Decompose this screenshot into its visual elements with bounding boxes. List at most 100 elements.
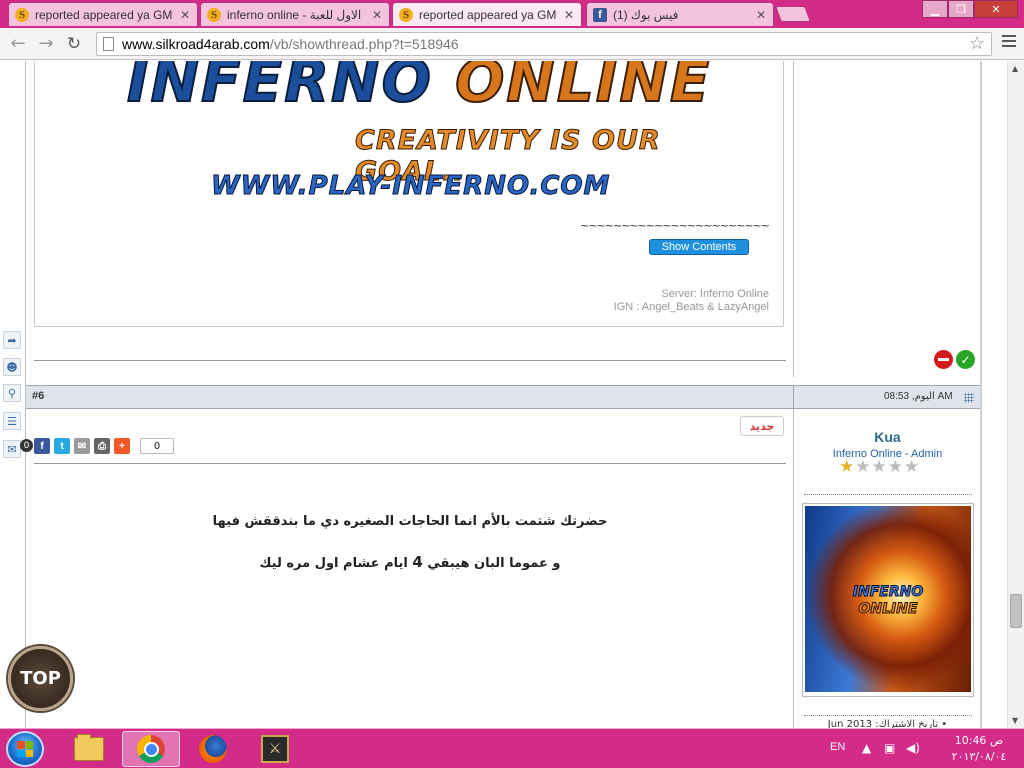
tab-2[interactable]: S inferno online - الاول للعبة ✕: [200, 2, 390, 26]
tab-title: inferno online - الاول للعبة: [227, 7, 362, 22]
star-empty-icon: ★: [904, 457, 920, 477]
star-filled-icon: ★: [839, 457, 855, 477]
tab-3-active[interactable]: S reported appeared ya GM ✕: [392, 2, 582, 26]
join-date: • تاريخ الاشتراك: Jun 2013: [827, 719, 948, 728]
tab-close-icon[interactable]: ✕: [371, 8, 383, 22]
delete-icon[interactable]: [934, 350, 953, 369]
chrome-icon: [137, 735, 165, 763]
new-tab-button[interactable]: [775, 6, 811, 22]
tab-close-icon[interactable]: ✕: [755, 8, 767, 22]
reload-icon[interactable]: ↻: [60, 32, 88, 56]
forward-arrow-icon[interactable]: →: [32, 32, 60, 56]
system-clock[interactable]: 10:46 ص ٢٠١٣/٠٨/٠٤: [936, 733, 1022, 765]
back-arrow-icon[interactable]: ←: [4, 32, 32, 56]
signature-box: INFERNO ONLINE CREATIVITY IS OUR GOAL...…: [34, 61, 784, 327]
scroll-down-arrow-icon[interactable]: ▼: [1012, 716, 1018, 725]
url-path: /vb/showthread.php?t=518946: [269, 36, 459, 52]
clock-time: 10:46 ص: [954, 734, 1004, 747]
signature-ign: IGN : Angel_Beats & LazyAngel: [613, 301, 769, 313]
facebook-icon: f: [593, 7, 607, 22]
scroll-to-top-button[interactable]: TOP: [8, 646, 73, 711]
share-count: 0: [140, 438, 174, 454]
window-controls: ▁ ❐ ✕: [922, 0, 1018, 18]
post-body-divider: [34, 463, 786, 464]
author-avatar[interactable]: INFERNO ONLINE: [802, 503, 974, 697]
addthis-plus-icon[interactable]: +: [114, 438, 130, 454]
post-date: اليوم, 08:53 AM: [884, 391, 953, 402]
reputation-stars: ★ ★ ★ ★ ★: [839, 457, 919, 477]
post-header-bar: #6 اليوم, 08:53 AM: [26, 385, 980, 409]
windows-logo-icon: [17, 741, 33, 757]
post-text-part: ايام عشام اول مره ليك: [259, 556, 413, 571]
user-icon[interactable]: ☻: [3, 358, 21, 376]
silkroad-icon: S: [207, 7, 221, 22]
show-hidden-icons-arrow[interactable]: ▲: [862, 741, 871, 755]
windows-taskbar: ⚔ EN ▲ ▣ ◀) 10:46 ص ٢٠١٣/٠٨/٠٤: [0, 728, 1024, 768]
previous-post-body: INFERNO ONLINE CREATIVITY IS OUR GOAL...…: [26, 61, 793, 377]
taskbar-firefox[interactable]: [184, 731, 242, 767]
tab-title: (1) فيس بوك: [613, 7, 679, 22]
signature-banner-title: INFERNO ONLINE: [126, 61, 712, 116]
url-host: www.silkroad4arab.com: [122, 36, 270, 52]
left-quicknav: ➦ ☻ ⚲ ☰ ✉: [0, 61, 26, 728]
search-icon[interactable]: ⚲: [3, 384, 21, 402]
tab-1[interactable]: S reported appeared ya GM ✕: [8, 2, 198, 26]
post-text-number: 4: [412, 553, 423, 571]
taskbar-chrome[interactable]: [122, 731, 180, 767]
avatar-logo-line-2: ONLINE: [858, 601, 918, 618]
scrollbar-thumb[interactable]: [1010, 594, 1022, 628]
scroll-up-arrow-icon[interactable]: ▲: [1012, 64, 1018, 73]
post-grid-icon: [964, 393, 974, 403]
previous-post-sidebar: ✓: [793, 61, 980, 377]
post-author-sidebar: Kua Inferno Online - Admin ★ ★ ★ ★ ★ INF…: [793, 409, 980, 728]
signature-divider-text: ~~~~~~~~~~~~~~~~~~~~~~~: [580, 219, 770, 232]
taskbar-game[interactable]: ⚔: [246, 731, 304, 767]
tab-title: reported appeared ya GM: [35, 7, 173, 22]
tab-close-icon[interactable]: ✕: [563, 8, 575, 22]
star-empty-icon: ★: [887, 457, 903, 477]
sidebar-divider: [804, 715, 972, 716]
tab-4[interactable]: f (1) فيس بوك ✕: [586, 2, 774, 26]
approve-check-icon[interactable]: ✓: [956, 350, 975, 369]
minimize-button[interactable]: ▁: [922, 0, 948, 18]
browser-menu-icon[interactable]: [1002, 35, 1016, 47]
post-footer-divider: [34, 360, 786, 361]
author-username[interactable]: Kua: [794, 429, 981, 445]
silkroad-icon: S: [15, 7, 29, 22]
start-button[interactable]: [6, 731, 44, 767]
facebook-share-icon[interactable]: f: [34, 438, 50, 454]
page-right-border: [980, 61, 982, 728]
volume-icon[interactable]: ◀): [906, 741, 920, 755]
email-share-icon[interactable]: ✉: [74, 438, 90, 454]
bookmark-star-icon[interactable]: ☆: [969, 33, 985, 54]
post-body: جديد f t ✉ ⎙ + 0 حضرتك شتمت بالأم انما ا…: [26, 409, 793, 728]
address-bar[interactable]: www.silkroad4arab.com/vb/showthread.php?…: [96, 32, 992, 56]
page-icon: [103, 37, 114, 51]
vertical-scrollbar[interactable]: ▲ ▼: [1007, 61, 1024, 728]
browser-tabstrip: S reported appeared ya GM ✕ S inferno on…: [0, 0, 1024, 28]
avatar-logo: INFERNO ONLINE: [805, 584, 971, 618]
avatar-image: INFERNO ONLINE: [805, 506, 971, 692]
header-column-divider: [793, 385, 794, 409]
mail-icon[interactable]: ✉: [3, 440, 21, 458]
banner-word-inferno: INFERNO: [126, 61, 433, 116]
twitter-share-icon[interactable]: t: [54, 438, 70, 454]
network-icon[interactable]: ▣: [884, 741, 895, 755]
moderation-icons: ✓: [934, 350, 975, 369]
show-contents-button[interactable]: Show Contents: [649, 239, 749, 255]
star-empty-icon: ★: [855, 457, 871, 477]
print-icon[interactable]: ⎙: [94, 438, 110, 454]
post-number-link[interactable]: #6: [32, 390, 44, 402]
maximize-button[interactable]: ❐: [948, 0, 974, 18]
clock-date: ٢٠١٣/٠٨/٠٤: [951, 750, 1007, 763]
banner-url: WWW.PLAY-INFERNO.COM: [210, 171, 611, 202]
close-window-button[interactable]: ✕: [974, 0, 1018, 18]
post-text-part: و عموما البان هيبقي: [422, 556, 561, 571]
list-icon[interactable]: ☰: [3, 412, 21, 430]
share-arrow-icon[interactable]: ➦: [3, 331, 21, 349]
language-indicator[interactable]: EN: [830, 741, 845, 753]
tab-close-icon[interactable]: ✕: [179, 8, 191, 22]
sidebar-divider: [804, 494, 972, 495]
taskbar-explorer[interactable]: [60, 731, 118, 767]
silkroad-icon: S: [399, 7, 413, 22]
